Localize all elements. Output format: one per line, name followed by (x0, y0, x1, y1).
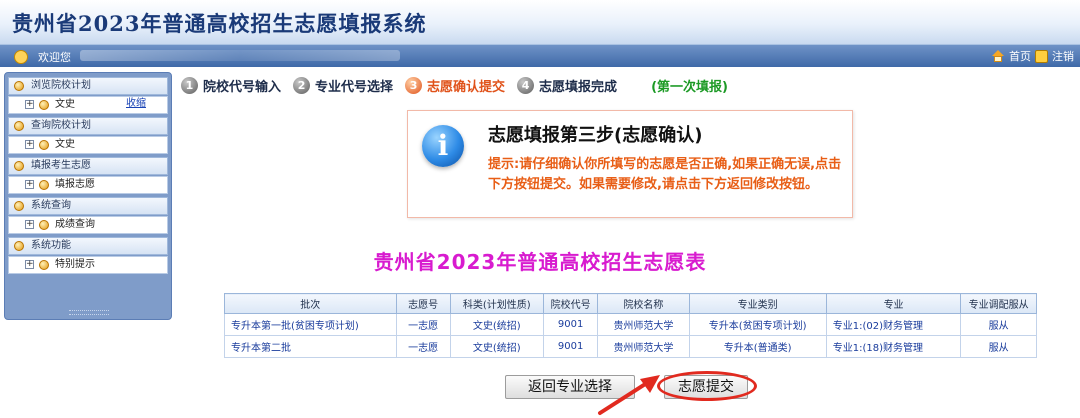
sidebar-item-label: 文史 (55, 99, 75, 110)
folder-orb-icon (39, 220, 49, 230)
masked-user-info (80, 50, 400, 61)
step-label: 院校代号输入 (203, 79, 282, 95)
info-box: i 志愿填报第三步(志愿确认) 提示:请仔细确认你所填写的志愿是否正确,如果正确… (407, 110, 853, 218)
column-header: 专业类别 (688, 293, 827, 314)
sidebar-item-query-wenshi[interactable]: + 文史 (8, 136, 168, 154)
cell-wish-no: 一志愿 (395, 313, 451, 336)
cell-adjust: 服从 (960, 335, 1037, 358)
cell-school-code: 9001 (542, 313, 599, 336)
column-header: 专业 (825, 293, 962, 314)
home-icon[interactable] (991, 49, 1005, 63)
cell-major: 专业1:(18)财务管理 (825, 335, 962, 358)
sidebar-menu: 浏览院校计划 + 文史 查询院校计划 + 文史 填报考生志愿 + 填报志愿 系统… (4, 72, 172, 320)
sidebar-item-score-query[interactable]: + 成绩查询 (8, 216, 168, 234)
expand-icon[interactable]: + (25, 100, 34, 109)
step-number-badge: 2 (293, 76, 311, 94)
step-4: 4 志愿填报完成 (517, 76, 617, 95)
info-icon: i (422, 125, 464, 167)
column-header: 志愿号 (395, 293, 451, 314)
cell-major-type: 专升本(贫困专项计划) (688, 313, 827, 336)
cell-batch: 专升本第二批 (224, 335, 397, 358)
folder-orb-icon (39, 140, 49, 150)
logout-link[interactable]: 注销 (1052, 48, 1074, 64)
info-text: 提示:请仔细确认你所填写的志愿是否正确,如果正确无误,点击下方按钮提交。如果需要… (488, 157, 842, 192)
expand-icon[interactable]: + (25, 140, 34, 149)
cell-adjust: 服从 (960, 313, 1037, 336)
info-title: 志愿填报第三步(志愿确认) (488, 125, 703, 146)
column-header: 院校名称 (597, 293, 690, 314)
cell-batch: 专升本第一批(贫困专项计划) (224, 313, 397, 336)
column-header: 科类(计划性质) (449, 293, 544, 314)
logout-icon[interactable] (1035, 49, 1048, 63)
sidebar-item-fill-wish[interactable]: + 填报志愿 (8, 176, 168, 194)
table-heading: 贵州省2023年普通高校招生志愿表 (373, 250, 707, 274)
cell-major-type: 专升本(普通类) (688, 335, 827, 358)
user-icon (14, 50, 28, 64)
step-label: 志愿填报完成 (539, 79, 618, 95)
step-number-badge: 4 (517, 76, 535, 94)
expand-icon[interactable]: + (25, 220, 34, 229)
sidebar-group-system-query[interactable]: 系统查询 (8, 197, 168, 215)
table-row: 专升本第一批(贫困专项计划) 一志愿 文史(统招) 9001 贵州师范大学 专升… (224, 313, 1037, 336)
folder-orb-icon (14, 121, 24, 131)
step-2: 2 专业代号选择 (293, 76, 393, 95)
column-header: 院校代号 (542, 293, 599, 314)
sidebar-group-query-plan[interactable]: 查询院校计划 (8, 117, 168, 135)
cell-school-name: 贵州师范大学 (597, 335, 690, 358)
table-row: 专升本第二批 一志愿 文史(统招) 9001 贵州师范大学 专升本(普通类) 专… (224, 335, 1037, 358)
collapse-link[interactable]: 收缩 (126, 94, 146, 109)
folder-orb-icon (39, 100, 49, 110)
sidebar-group-browse-plan[interactable]: 浏览院校计划 (8, 77, 168, 95)
wish-table: 批次 志愿号 科类(计划性质) 院校代号 院校名称 专业类别 专业 专业调配服从… (224, 293, 1037, 358)
sidebar-group-label: 填报考生志愿 (31, 160, 91, 171)
folder-orb-icon (14, 201, 24, 211)
sidebar-resize-grip[interactable] (69, 310, 109, 315)
step-3-current: 3 志愿确认提交 (405, 76, 505, 95)
folder-orb-icon (39, 180, 49, 190)
step-label: 专业代号选择 (315, 79, 394, 95)
cell-category: 文史(统招) (449, 313, 544, 336)
welcome-text: 欢迎您 (38, 51, 71, 64)
folder-orb-icon (14, 161, 24, 171)
cell-wish-no: 一志愿 (395, 335, 451, 358)
step-progress: 1 院校代号输入 2 专业代号选择 3 志愿确认提交 4 志愿填报完成 (第一次… (181, 75, 728, 95)
cell-school-name: 贵州师范大学 (597, 313, 690, 336)
home-link[interactable]: 首页 (1009, 48, 1031, 64)
sidebar-item-label: 文史 (55, 139, 75, 150)
cell-category: 文史(统招) (449, 335, 544, 358)
folder-orb-icon (14, 81, 24, 91)
highlight-circle (657, 371, 757, 401)
app-header: 贵州省2023年普通高校招生志愿填报系统 (0, 0, 1080, 45)
step-number-badge: 1 (181, 76, 198, 94)
sidebar-group-label: 查询院校计划 (31, 120, 91, 131)
expand-icon[interactable]: + (25, 180, 34, 189)
step-label: 志愿确认提交 (427, 79, 506, 95)
sidebar-group-label: 系统查询 (31, 200, 71, 211)
column-header: 专业调配服从 (960, 293, 1037, 314)
cell-major: 专业1:(02)财务管理 (825, 313, 962, 336)
step-1: 1 院校代号输入 (181, 76, 281, 95)
annotation-arrow-icon (598, 375, 660, 415)
sidebar-group-fill-wish[interactable]: 填报考生志愿 (8, 157, 168, 175)
top-nav-bar: 欢迎您 首页 注销 (0, 45, 1080, 67)
step-number-badge: 3 (405, 76, 423, 94)
sidebar-item-label: 填报志愿 (55, 179, 95, 190)
sidebar-item-label: 成绩查询 (55, 219, 95, 230)
column-header: 批次 (224, 293, 397, 314)
nav-right-links: 首页 注销 (991, 48, 1074, 64)
fill-round-label: (第一次填报) (651, 79, 728, 95)
cell-school-code: 9001 (542, 335, 599, 358)
sidebar-group-label: 浏览院校计划 (31, 80, 91, 91)
app-title: 贵州省2023年普通高校招生志愿填报系统 (12, 11, 427, 36)
table-header-row: 批次 志愿号 科类(计划性质) 院校代号 院校名称 专业类别 专业 专业调配服从 (224, 293, 1037, 314)
